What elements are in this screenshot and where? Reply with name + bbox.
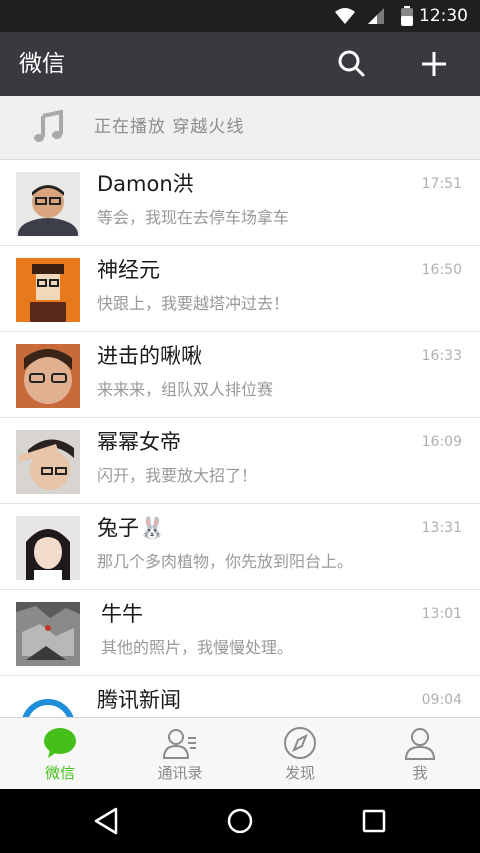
chat-name: Damon洪 <box>97 172 194 196</box>
chat-preview: 其他的照片，我慢慢处理。 <box>101 638 294 657</box>
chat-time: 09:04 <box>421 692 462 708</box>
chat-preview: 闪开，我要放大招了！ <box>97 466 258 485</box>
add-button[interactable] <box>414 44 454 84</box>
tab-contacts[interactable]: 通讯录 <box>120 718 240 789</box>
tab-label: 通讯录 <box>157 764 203 782</box>
chat-preview: 来来来，组队双人排位赛 <box>97 380 274 399</box>
chat-time: 16:09 <box>421 434 462 450</box>
compass-icon <box>282 726 318 760</box>
avatar <box>16 172 80 236</box>
plus-icon <box>422 52 446 76</box>
chat-row[interactable]: 幂幂女帝 16:09 闪开，我要放大招了！ <box>0 418 480 504</box>
chat-time: 16:33 <box>421 348 462 364</box>
recents-square-icon <box>362 809 386 833</box>
tab-label: 微信 <box>44 764 75 782</box>
music-note-icon <box>32 109 66 144</box>
back-triangle-icon <box>94 807 118 835</box>
contacts-icon <box>162 726 198 760</box>
battery-icon <box>400 6 414 30</box>
chat-name: 兔子🐰 <box>97 516 166 540</box>
chat-list: Damon洪 17:51 等会，我现在去停车场拿车 神经元 16:50 快跟上，… <box>0 160 480 717</box>
tab-me[interactable]: 我 <box>360 718 480 789</box>
person-icon <box>402 726 438 760</box>
wifi-icon <box>334 6 356 30</box>
tab-label: 发现 <box>284 764 315 782</box>
chat-preview: 快跟上，我要越塔冲过去！ <box>97 294 290 313</box>
chat-preview: 等会，我现在去停车场拿车 <box>97 208 290 227</box>
chat-time: 13:01 <box>421 606 462 622</box>
chat-row[interactable]: Damon洪 17:51 等会，我现在去停车场拿车 <box>0 160 480 246</box>
avatar <box>16 344 80 408</box>
bottom-tab-bar: 微信 通讯录 发现 我 <box>0 717 480 789</box>
recents-button[interactable] <box>358 805 390 837</box>
chat-name: 神经元 <box>97 258 160 282</box>
search-icon <box>338 50 365 77</box>
home-circle-icon <box>227 808 253 834</box>
chat-name: 进击的啾啾 <box>97 344 202 368</box>
chat-row[interactable]: 腾讯新闻 09:04 <box>0 676 480 717</box>
avatar <box>16 688 80 717</box>
system-nav-bar <box>0 789 480 853</box>
chat-row[interactable]: 神经元 16:50 快跟上，我要越塔冲过去！ <box>0 246 480 332</box>
chat-bubble-icon <box>42 726 78 760</box>
chat-row[interactable]: 进击的啾啾 16:33 来来来，组队双人排位赛 <box>0 332 480 418</box>
back-button[interactable] <box>90 805 122 837</box>
chat-name: 腾讯新闻 <box>97 688 181 712</box>
now-playing-text: 正在播放 穿越火线 <box>94 117 245 137</box>
chat-time: 13:31 <box>421 520 462 536</box>
tab-chats[interactable]: 微信 <box>0 718 120 789</box>
now-playing-banner[interactable]: 正在播放 穿越火线 <box>0 96 480 160</box>
chat-time: 17:51 <box>421 176 462 192</box>
tab-label: 我 <box>412 764 428 782</box>
home-button[interactable] <box>224 805 256 837</box>
chat-name: 幂幂女帝 <box>97 430 181 454</box>
chat-row[interactable]: 牛牛 13:01 其他的照片，我慢慢处理。 <box>0 590 480 676</box>
chat-preview: 那几个多肉植物，你先放到阳台上。 <box>97 552 354 571</box>
page-title: 微信 <box>19 51 65 77</box>
avatar <box>16 602 80 666</box>
chat-time: 16:50 <box>421 262 462 278</box>
search-button[interactable] <box>332 44 372 84</box>
signal-icon <box>366 6 386 30</box>
chat-name: 牛牛 <box>101 602 143 626</box>
status-time: 12:30 <box>419 6 468 26</box>
status-bar: 12:30 <box>0 0 480 32</box>
tab-discover[interactable]: 发现 <box>240 718 360 789</box>
avatar <box>16 258 80 322</box>
avatar <box>16 430 80 494</box>
avatar <box>16 516 80 580</box>
chat-row[interactable]: 兔子🐰 13:31 那几个多肉植物，你先放到阳台上。 <box>0 504 480 590</box>
app-header: 微信 <box>0 32 480 96</box>
